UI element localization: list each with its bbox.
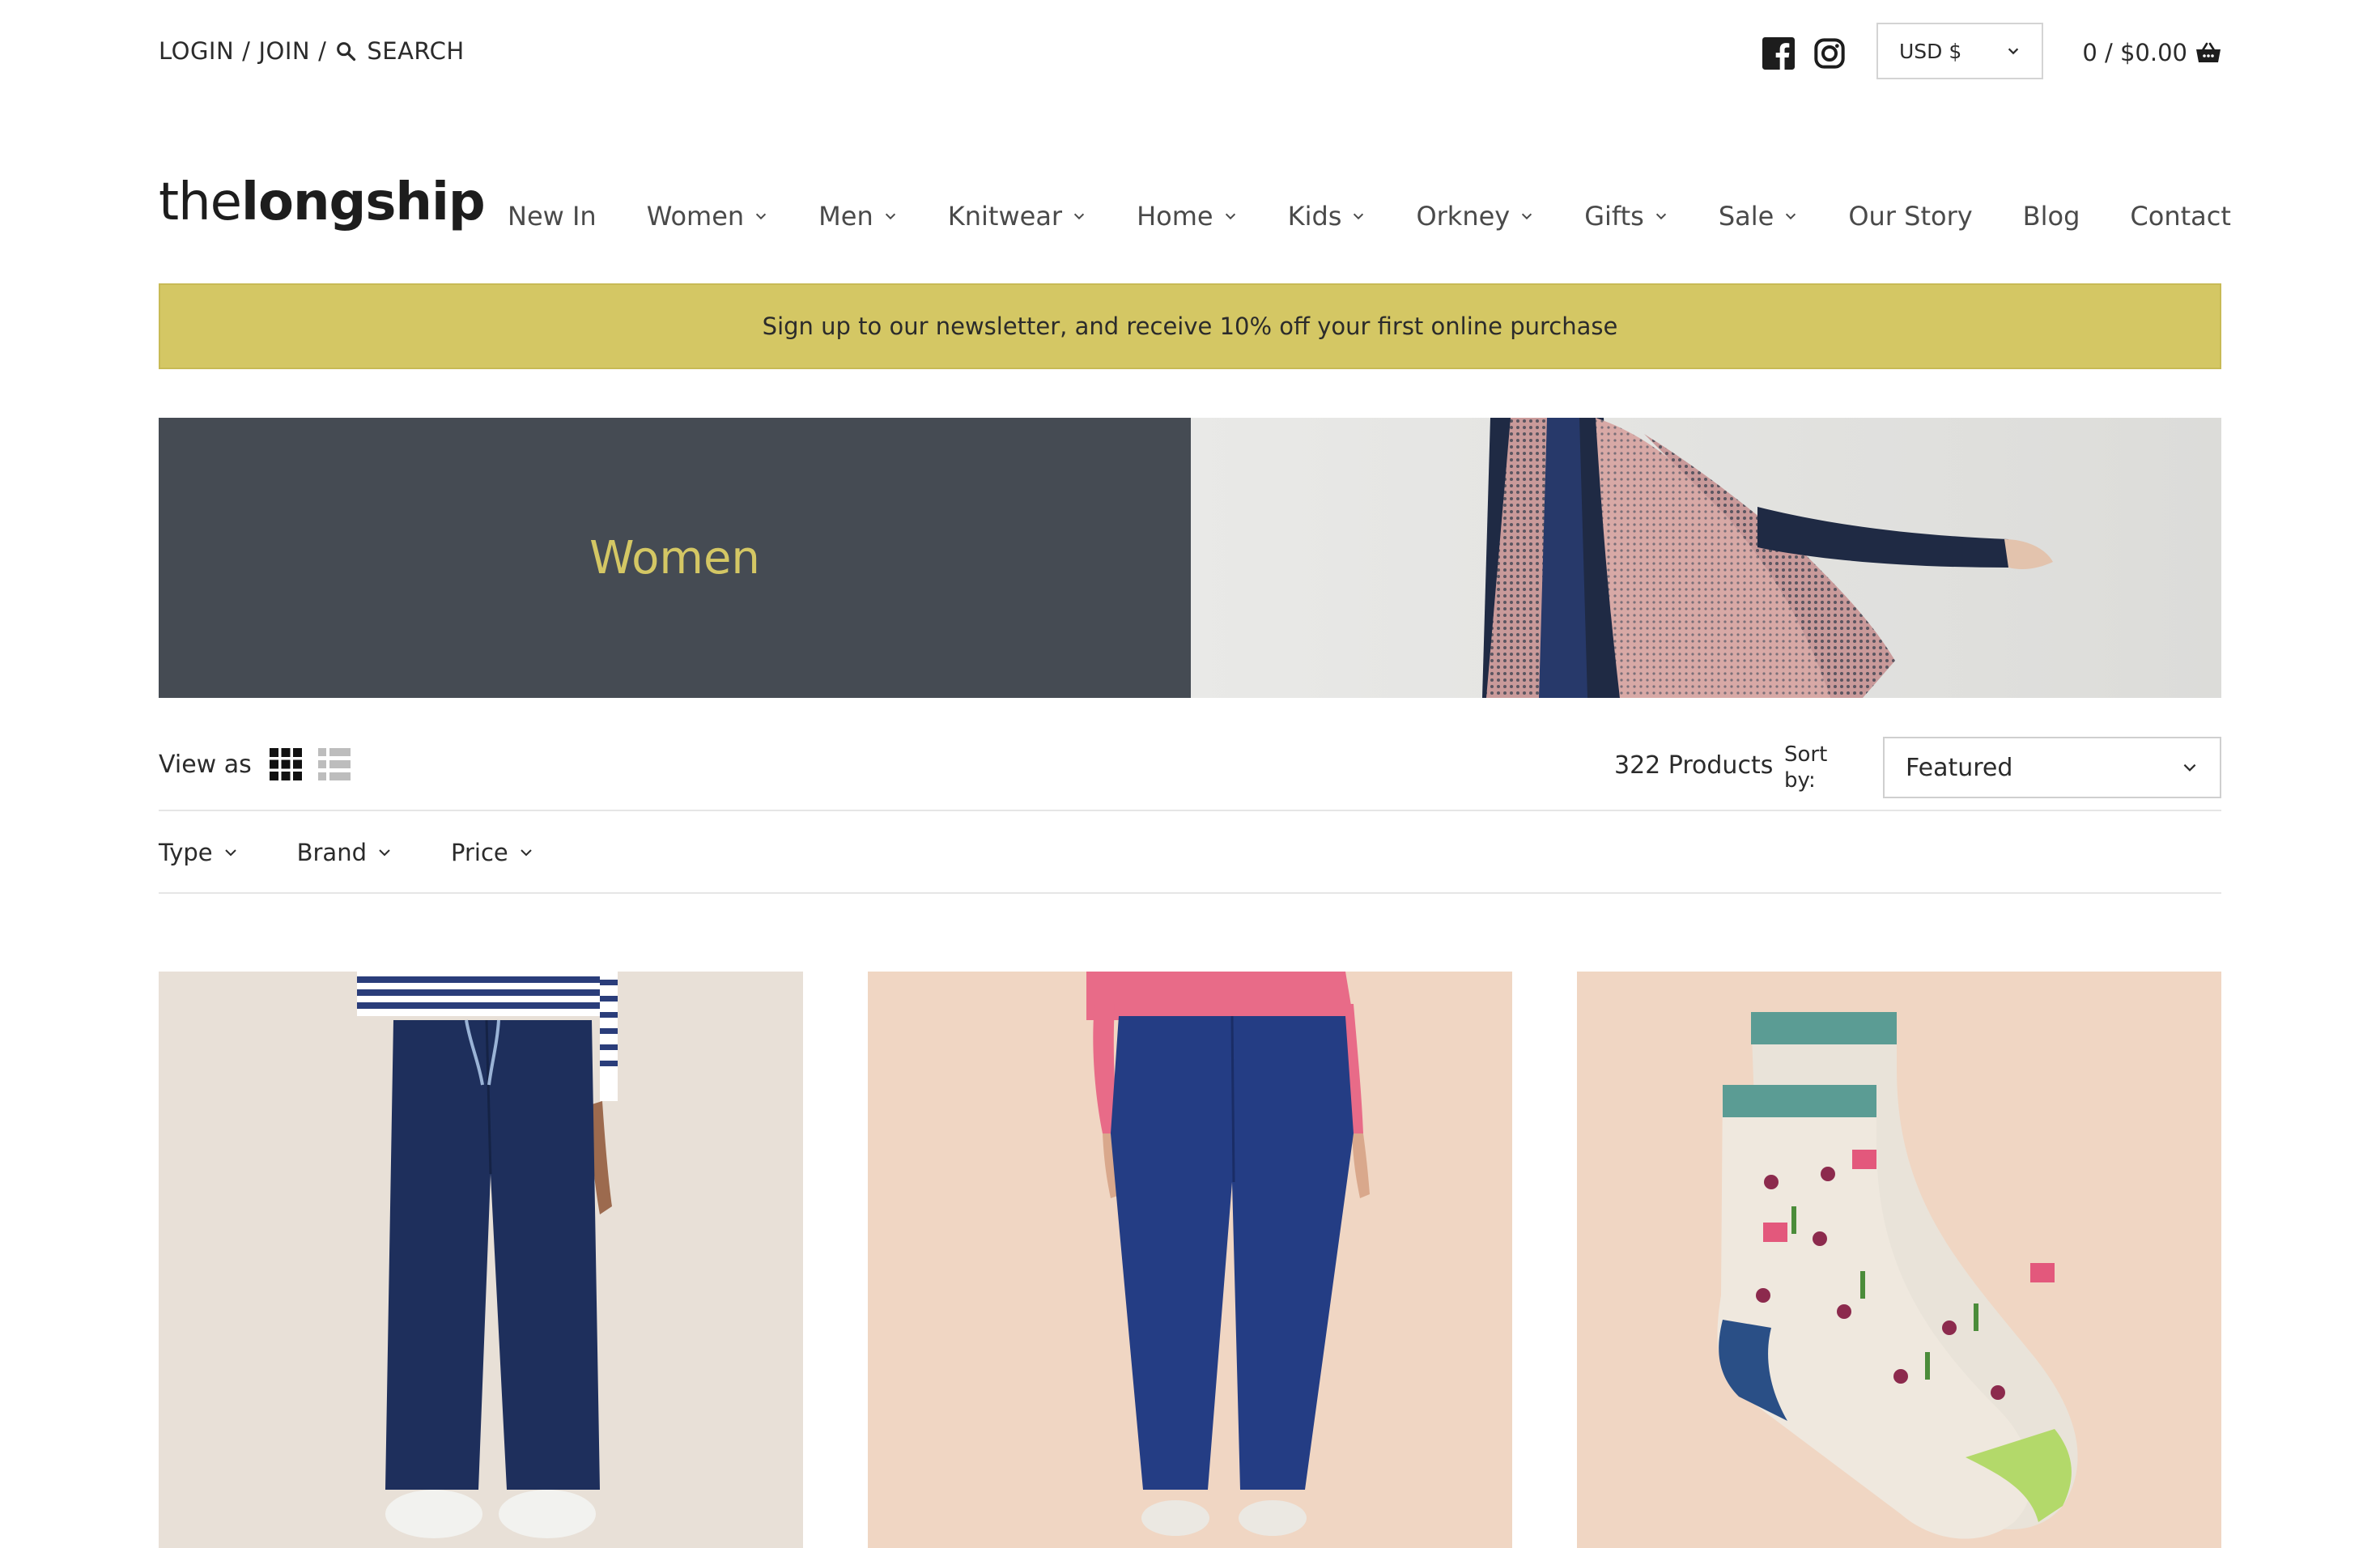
chevron-down-icon <box>1354 213 1364 220</box>
nav-item-contact[interactable]: Contact <box>2130 201 2231 232</box>
separator: / <box>242 37 251 65</box>
nav-item-label: Kids <box>1287 201 1342 232</box>
list-view-icon[interactable] <box>317 748 351 780</box>
currency-selector[interactable]: USD $ <box>1876 23 2043 79</box>
nav-item-men[interactable]: Men <box>818 201 898 232</box>
site-logo[interactable]: thelongship <box>159 176 486 228</box>
chevron-down-icon <box>1786 213 1796 220</box>
chevron-down-icon <box>1225 213 1235 220</box>
filter-price[interactable]: Price <box>451 839 534 866</box>
facebook-icon[interactable] <box>1762 37 1795 70</box>
chevron-down-icon <box>756 213 767 220</box>
nav-item-label: Men <box>818 201 873 232</box>
grid-view-icon[interactable] <box>269 748 302 780</box>
filter-label: Price <box>451 839 508 866</box>
logo-bold-text: longship <box>241 172 486 232</box>
login-link[interactable]: LOGIN <box>159 37 234 65</box>
account-links: LOGIN / JOIN / SEARCH <box>159 37 465 65</box>
product-card[interactable] <box>1577 972 2221 1548</box>
chevron-down-icon <box>224 849 236 857</box>
product-image-wide-trousers <box>159 972 803 1548</box>
nav-item-label: Sale <box>1718 201 1774 232</box>
nav-item-label: Blog <box>2022 201 2080 232</box>
collection-hero-image <box>1191 418 2221 698</box>
newsletter-banner[interactable]: Sign up to our newsletter, and receive 1… <box>159 283 2221 369</box>
cart-summary: 0 / $0.00 <box>2082 39 2187 66</box>
basket-icon <box>2196 42 2221 62</box>
nav-item-new-in[interactable]: New In <box>508 201 597 232</box>
view-toggle: View as <box>159 748 351 780</box>
hero-photo-scarf <box>1191 418 2221 698</box>
divider <box>159 892 2221 894</box>
logo-light-text: the <box>159 172 242 232</box>
chevron-down-icon <box>521 849 532 857</box>
cart-link[interactable]: 0 / $0.00 <box>2082 39 2221 66</box>
nav-item-label: Orkney <box>1416 201 1511 232</box>
nav-item-gifts[interactable]: Gifts <box>1584 201 1668 232</box>
nav-item-blog[interactable]: Blog <box>2023 201 2080 232</box>
divider <box>159 810 2221 811</box>
nav-item-our-story[interactable]: Our Story <box>1848 201 1972 232</box>
product-image-patterned-socks <box>1577 972 2221 1548</box>
filter-bar: Type Brand Price <box>159 839 593 866</box>
main-nav: New In Women Men Knitwear Home Kids Orkn… <box>508 201 2231 232</box>
filter-brand[interactable]: Brand <box>297 839 393 866</box>
search-link[interactable]: SEARCH <box>334 37 464 65</box>
nav-item-orkney[interactable]: Orkney <box>1416 201 1534 232</box>
product-card[interactable] <box>868 972 1512 1548</box>
filter-type[interactable]: Type <box>159 839 239 866</box>
nav-item-label: Our Story <box>1848 201 1973 232</box>
currency-value: USD $ <box>1899 39 1962 63</box>
chevron-down-icon <box>2008 48 2019 55</box>
filter-label: Type <box>159 839 213 866</box>
search-label: SEARCH <box>367 37 465 65</box>
product-count: 322 Products <box>1614 751 1774 780</box>
nav-item-sale[interactable]: Sale <box>1719 201 1799 232</box>
chevron-down-icon <box>1073 213 1085 220</box>
join-link[interactable]: JOIN <box>258 37 310 65</box>
product-image-tapered-trousers <box>868 972 1512 1548</box>
view-as-label: View as <box>159 750 252 779</box>
collection-hero-panel: Women <box>159 418 1191 698</box>
nav-item-label: Knitwear <box>947 201 1063 232</box>
sort-select[interactable]: Featured <box>1883 737 2221 798</box>
sort-label: Sort by: <box>1784 742 1828 793</box>
sort-value: Featured <box>1906 753 2013 782</box>
chevron-down-icon <box>379 849 390 857</box>
chevron-down-icon <box>1655 213 1666 220</box>
nav-item-label: Contact <box>2130 201 2231 232</box>
nav-item-label: New In <box>508 201 597 232</box>
instagram-icon[interactable] <box>1813 37 1846 70</box>
nav-item-knitwear[interactable]: Knitwear <box>948 201 1086 232</box>
nav-item-label: Gifts <box>1584 201 1644 232</box>
chevron-down-icon <box>1522 213 1532 220</box>
nav-item-women[interactable]: Women <box>647 201 768 232</box>
collection-title: Women <box>589 531 760 585</box>
search-icon <box>337 42 356 62</box>
nav-item-label: Home <box>1137 201 1213 232</box>
separator: / <box>318 37 327 65</box>
nav-item-home[interactable]: Home <box>1137 201 1238 232</box>
nav-item-label: Women <box>646 201 745 232</box>
product-card[interactable] <box>159 972 803 1548</box>
nav-item-kids[interactable]: Kids <box>1288 201 1366 232</box>
newsletter-text: Sign up to our newsletter, and receive 1… <box>762 313 1618 340</box>
filter-label: Brand <box>296 839 367 866</box>
chevron-down-icon <box>2183 763 2196 772</box>
chevron-down-icon <box>885 213 895 220</box>
